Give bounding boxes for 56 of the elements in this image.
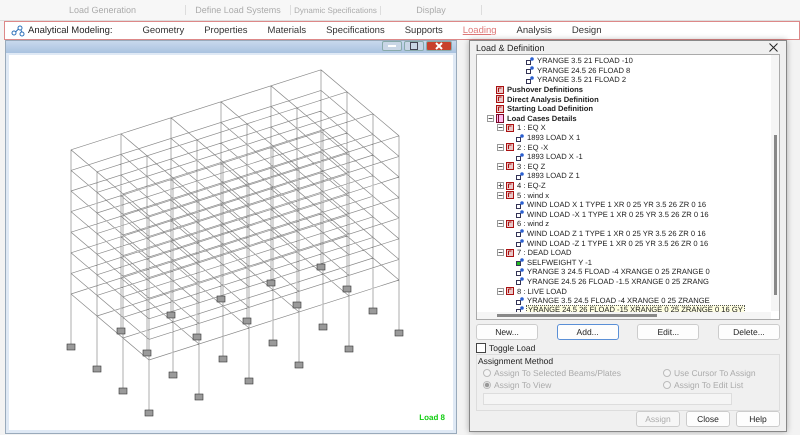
ribbon-tab[interactable]: Materials xyxy=(258,23,316,38)
radio-label: Assign To Selected Beams/Plates xyxy=(494,368,621,378)
maximize-icon xyxy=(410,42,418,50)
close-icon xyxy=(769,43,778,52)
ribbon-tab[interactable]: Design xyxy=(562,23,612,38)
collapse-toggle-icon[interactable] xyxy=(497,192,504,199)
collapse-toggle-icon[interactable] xyxy=(497,249,504,256)
ribbon-tab[interactable]: Supports xyxy=(394,23,453,38)
edit-list-field[interactable] xyxy=(483,393,732,405)
node-icon xyxy=(516,172,524,180)
radio-label: Assign To Edit List xyxy=(674,380,744,390)
ribbon-tab[interactable]: Analysis xyxy=(506,23,562,38)
dialog-button[interactable]: New... xyxy=(476,324,538,340)
load-case-icon xyxy=(506,162,514,170)
group-title: Assignment Method xyxy=(478,356,554,366)
node-icon xyxy=(516,134,524,142)
network-icon xyxy=(11,24,25,36)
ribbon-tab[interactable]: Specifications xyxy=(316,23,395,38)
mode-label: Analytical Modeling: xyxy=(28,25,112,36)
active-load-label: Load 8 xyxy=(419,413,445,422)
load-case-icon xyxy=(506,287,514,296)
node-icon xyxy=(516,239,524,248)
collapse-toggle-icon[interactable] xyxy=(497,162,504,170)
collapse-toggle-icon[interactable] xyxy=(497,288,504,295)
checkbox-label: Toggle Load xyxy=(489,343,536,353)
close-icon xyxy=(435,42,443,50)
dialog-button[interactable]: Delete... xyxy=(718,324,780,340)
collapse-toggle-icon[interactable] xyxy=(497,144,504,151)
maximize-button[interactable] xyxy=(404,41,424,51)
load-case-icon xyxy=(506,124,514,132)
node-icon xyxy=(516,229,524,238)
expand-toggle-icon[interactable] xyxy=(497,182,504,190)
ribbon-group-label: Load Generation xyxy=(0,5,186,15)
dialog-button[interactable]: Add... xyxy=(556,324,619,340)
ribbon-group-label: Display xyxy=(381,5,482,15)
load-case-icon xyxy=(506,220,514,228)
load-case-icon xyxy=(506,143,514,152)
node-icon xyxy=(516,152,524,161)
load-case-icon xyxy=(506,248,514,257)
dialog-button[interactable]: Help xyxy=(736,411,780,427)
checkbox[interactable] xyxy=(476,343,486,353)
ribbon-tab[interactable]: Geometry xyxy=(132,23,194,38)
dialog-button[interactable]: Close xyxy=(686,411,730,427)
close-button[interactable] xyxy=(767,41,780,54)
dialog-button[interactable]: Edit... xyxy=(637,324,700,340)
ribbon-group-label: Define Load Systems xyxy=(186,5,291,15)
minimize-icon xyxy=(388,44,396,48)
collapse-toggle-icon[interactable] xyxy=(497,124,504,132)
ribbon-group-label: Dynamic Specifications xyxy=(291,6,381,14)
book-icon xyxy=(496,114,504,123)
radio-label: Assign To View xyxy=(494,380,552,390)
radio-label: Use Cursor To Assign xyxy=(674,368,756,378)
dialog-title: Load & Definition xyxy=(476,42,545,52)
ribbon-tab[interactable]: Properties xyxy=(194,23,258,38)
collapse-toggle-icon[interactable] xyxy=(487,114,494,122)
collapse-toggle-icon[interactable] xyxy=(497,220,504,228)
